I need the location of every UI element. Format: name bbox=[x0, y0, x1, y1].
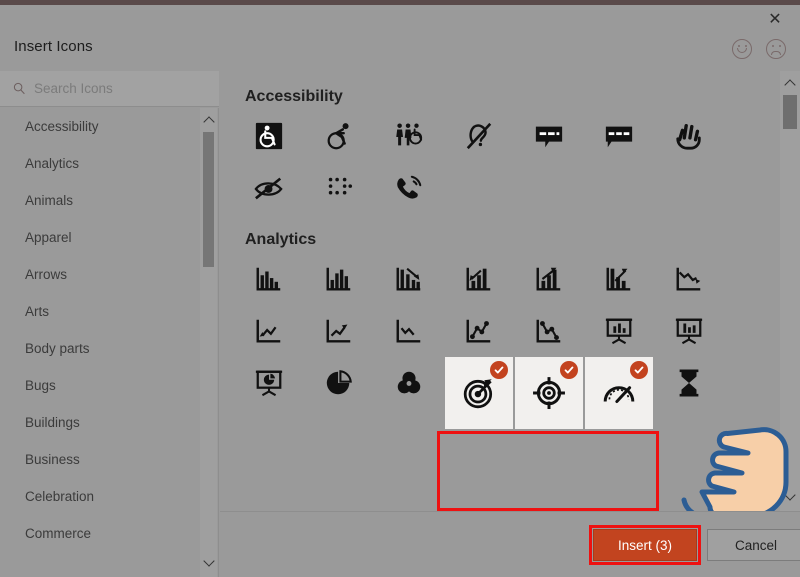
sidebar-item-label: Body parts bbox=[25, 341, 90, 356]
pie-chart-icon[interactable] bbox=[304, 357, 374, 409]
section-title: Analytics bbox=[245, 231, 317, 248]
sidebar-item-analytics[interactable]: Analytics bbox=[0, 145, 196, 182]
crosshair-target-icon[interactable] bbox=[515, 357, 583, 429]
bar-chart-column-icon[interactable] bbox=[304, 253, 374, 305]
braille-dots-icon[interactable] bbox=[304, 162, 374, 214]
feedback-buttons bbox=[732, 39, 786, 59]
sidebar-item-label: Celebration bbox=[25, 489, 95, 504]
sign-language-hand-icon[interactable] bbox=[654, 110, 724, 162]
presentation-pie-chart-icon[interactable] bbox=[234, 357, 304, 409]
smiley-face-icon[interactable] bbox=[732, 39, 752, 59]
scatter-line-down-icon[interactable] bbox=[514, 305, 584, 357]
chevron-up-icon[interactable] bbox=[200, 112, 217, 129]
icon-gallery: Accessibility Analytics bbox=[220, 71, 780, 511]
line-chart-zigzag-icon[interactable] bbox=[234, 305, 304, 357]
venn-diagram-icon[interactable] bbox=[374, 357, 444, 409]
sidebar-item-animals[interactable]: Animals bbox=[0, 182, 196, 219]
category-sidebar: Accessibility Analytics Animals Apparel Arro… bbox=[0, 108, 219, 577]
insert-icons-dialog: Insert Icons ✕ Accessibility Analytics Ani… bbox=[0, 0, 800, 577]
sidebar-item-buildings[interactable]: Buildings bbox=[0, 404, 196, 441]
eye-slash-icon[interactable] bbox=[234, 162, 304, 214]
sidebar-item-label: Arrows bbox=[25, 267, 68, 282]
sidebar-item-label: Arts bbox=[25, 304, 50, 319]
closed-caption-icon[interactable] bbox=[514, 110, 584, 162]
sidebar-item-label: Accessibility bbox=[25, 119, 99, 134]
presentation-bar-chart-icon[interactable] bbox=[584, 305, 654, 357]
deaf-ear-icon[interactable] bbox=[444, 110, 514, 162]
chevron-down-icon[interactable] bbox=[780, 488, 800, 505]
sidebar-item-label: Animals bbox=[25, 193, 74, 208]
sidebar-item-label: Apparel bbox=[25, 230, 72, 245]
sidebar-scrollbar[interactable] bbox=[200, 108, 217, 577]
sidebar-item-bugs[interactable]: Bugs bbox=[0, 367, 196, 404]
closed-caption-alt-icon[interactable] bbox=[584, 110, 654, 162]
selected-check-icon bbox=[560, 361, 578, 379]
icon-grid bbox=[220, 110, 780, 214]
bar-chart-down-arrow-icon[interactable] bbox=[374, 253, 444, 305]
bar-chart-diagonal-arrow-icon[interactable] bbox=[584, 253, 654, 305]
phone-ringing-icon[interactable] bbox=[374, 162, 444, 214]
hourglass-icon[interactable] bbox=[654, 357, 724, 409]
icon-grid bbox=[220, 253, 780, 429]
category-list: Accessibility Analytics Animals Apparel Arro… bbox=[0, 108, 196, 552]
target-dart-icon[interactable] bbox=[445, 357, 513, 429]
presentation-chart-alt-icon[interactable] bbox=[654, 305, 724, 357]
sidebar-item-celebration[interactable]: Celebration bbox=[0, 478, 196, 515]
close-icon[interactable]: ✕ bbox=[758, 6, 792, 34]
accessible-restroom-group-icon[interactable] bbox=[374, 110, 444, 162]
selected-check-icon bbox=[490, 361, 508, 379]
line-chart-up-arrow-icon[interactable] bbox=[304, 305, 374, 357]
bar-chart-up-arrow-icon[interactable] bbox=[514, 253, 584, 305]
sidebar-item-label: Bugs bbox=[25, 378, 56, 393]
line-chart-down-icon[interactable] bbox=[654, 253, 724, 305]
line-chart-declining-icon[interactable] bbox=[374, 305, 444, 357]
section-title: Accessibility bbox=[245, 88, 343, 105]
selected-check-icon bbox=[630, 361, 648, 379]
sidebar-item-arts[interactable]: Arts bbox=[0, 293, 196, 330]
scatter-line-up-icon[interactable] bbox=[444, 305, 514, 357]
wheelchair-sign-icon[interactable] bbox=[234, 110, 304, 162]
bar-chart-icon[interactable] bbox=[234, 253, 304, 305]
cancel-button[interactable]: Cancel bbox=[707, 529, 800, 561]
sidebar-item-commerce[interactable]: Commerce bbox=[0, 515, 196, 552]
dialog-titlebar: Insert Icons ✕ bbox=[0, 5, 800, 71]
search-icon bbox=[13, 82, 25, 95]
frowny-face-icon[interactable] bbox=[766, 39, 786, 59]
sidebar-item-label: Buildings bbox=[25, 415, 80, 430]
sidebar-scrollbar-thumb[interactable] bbox=[203, 132, 214, 267]
bar-chart-up-left-arrow-icon[interactable] bbox=[444, 253, 514, 305]
chevron-down-icon[interactable] bbox=[200, 554, 217, 571]
gallery-scrollbar-thumb[interactable] bbox=[783, 95, 797, 129]
sidebar-item-label: Business bbox=[25, 452, 80, 467]
sidebar-item-body-parts[interactable]: Body parts bbox=[0, 330, 196, 367]
search-input[interactable] bbox=[34, 81, 219, 96]
wheelchair-racing-icon[interactable] bbox=[304, 110, 374, 162]
sidebar-item-label: Analytics bbox=[25, 156, 80, 171]
chevron-up-icon[interactable] bbox=[780, 75, 800, 92]
sidebar-item-label: Commerce bbox=[25, 526, 92, 541]
sidebar-item-accessibility[interactable]: Accessibility bbox=[0, 108, 196, 145]
sidebar-item-apparel[interactable]: Apparel bbox=[0, 219, 196, 256]
gauge-meter-icon[interactable] bbox=[585, 357, 653, 429]
dialog-footer: Insert (3) Cancel bbox=[220, 511, 800, 577]
sidebar-item-arrows[interactable]: Arrows bbox=[0, 256, 196, 293]
page-title: Insert Icons bbox=[14, 38, 93, 55]
insert-button[interactable]: Insert (3) bbox=[593, 529, 697, 561]
sidebar-item-business[interactable]: Business bbox=[0, 441, 196, 478]
search-bar bbox=[0, 71, 219, 107]
gallery-scrollbar[interactable] bbox=[780, 71, 800, 511]
